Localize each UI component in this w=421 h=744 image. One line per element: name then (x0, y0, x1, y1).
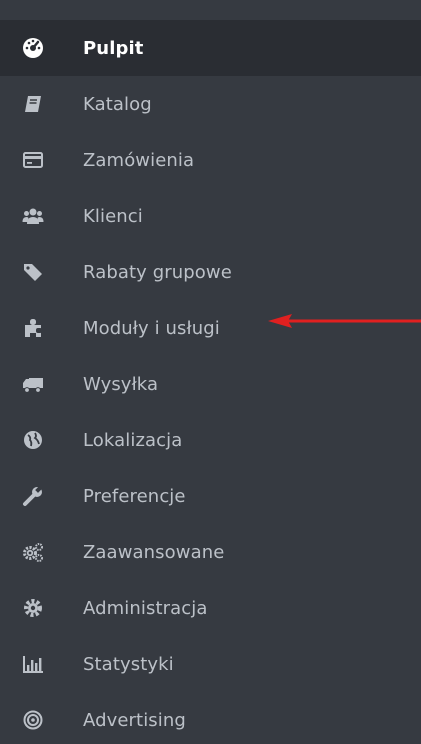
sidebar-item-label: Klienci (83, 205, 143, 227)
wrench-icon (22, 485, 44, 507)
sidebar-item-lokalizacja[interactable]: Lokalizacja (0, 412, 421, 468)
sidebar-item-label: Advertising (83, 709, 186, 731)
sidebar-item-label: Pulpit (83, 37, 144, 59)
cog-icon (22, 597, 44, 619)
sidebar-item-klienci[interactable]: Klienci (0, 188, 421, 244)
sidebar-item-label: Wysyłka (83, 373, 159, 395)
admin-sidebar: Pulpit Katalog Zamówienia Klienci Rabaty… (0, 0, 421, 744)
red-arrow-icon (268, 314, 421, 328)
sidebar-item-label: Statystyki (83, 653, 174, 675)
sidebar-item-label: Administracja (83, 597, 208, 619)
sidebar-item-pulpit[interactable]: Pulpit (0, 20, 421, 76)
sidebar-top-strip (0, 0, 421, 20)
cogs-icon (22, 541, 44, 563)
sidebar-item-label: Lokalizacja (83, 429, 183, 451)
sidebar-item-zamowienia[interactable]: Zamówienia (0, 132, 421, 188)
sidebar-item-label: Zamówienia (83, 149, 195, 171)
globe-icon (22, 429, 44, 451)
puzzle-icon (22, 317, 44, 339)
truck-icon (22, 373, 44, 395)
bullseye-icon (22, 709, 44, 731)
book-icon (22, 93, 44, 115)
bar-chart-icon (22, 653, 44, 675)
sidebar-item-preferencje[interactable]: Preferencje (0, 468, 421, 524)
sidebar-item-administracja[interactable]: Administracja (0, 580, 421, 636)
sidebar-item-zaawansowane[interactable]: Zaawansowane (0, 524, 421, 580)
dashboard-icon (22, 37, 44, 59)
tag-icon (22, 261, 44, 283)
sidebar-item-katalog[interactable]: Katalog (0, 76, 421, 132)
sidebar-item-label: Moduły i usługi (83, 317, 220, 339)
sidebar-item-statystyki[interactable]: Statystyki (0, 636, 421, 692)
credit-card-icon (22, 149, 44, 171)
sidebar-item-wysylka[interactable]: Wysyłka (0, 356, 421, 412)
sidebar-item-label: Zaawansowane (83, 541, 225, 563)
sidebar-item-label: Preferencje (83, 485, 186, 507)
sidebar-item-advertising[interactable]: Advertising (0, 692, 421, 744)
sidebar-item-rabaty-grupowe[interactable]: Rabaty grupowe (0, 244, 421, 300)
users-icon (22, 205, 44, 227)
sidebar-item-label: Rabaty grupowe (83, 261, 232, 283)
sidebar-item-label: Katalog (83, 93, 152, 115)
